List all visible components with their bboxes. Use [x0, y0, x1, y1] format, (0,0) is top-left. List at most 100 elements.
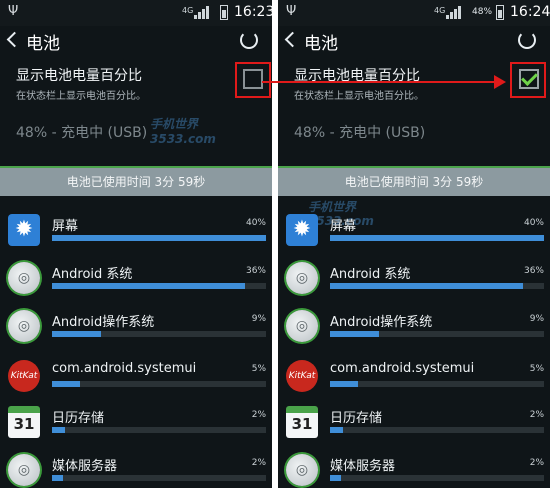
app-name: 媒体服务器	[52, 459, 118, 474]
refresh-icon[interactable]	[240, 31, 258, 49]
gear-icon: ✹	[8, 214, 40, 246]
usage-bar-track	[52, 381, 266, 387]
app-usage-percent: 36%	[245, 266, 266, 276]
app-name: 媒体服务器	[330, 459, 396, 474]
usage-bar-fill	[330, 475, 341, 481]
usage-bar-fill	[330, 283, 523, 289]
usage-bar-track	[52, 283, 266, 289]
usage-bar-fill	[52, 235, 266, 241]
show-percentage-description: 在状态栏上显示电池百分比。	[294, 91, 424, 102]
usage-bar-fill	[52, 427, 65, 433]
page-title: 电池	[304, 34, 338, 54]
app-usage-row[interactable]: ◎ Android操作系统 9%	[0, 306, 272, 354]
signal-icon	[194, 6, 218, 19]
app-name: Android 系统	[330, 267, 411, 282]
kitkat-icon: KitKat	[286, 360, 318, 392]
status-bar: Ψ 4G 16:23	[0, 0, 272, 26]
usage-bar-track	[52, 331, 266, 337]
app-name: 屏幕	[330, 219, 357, 234]
usage-bar-track	[330, 235, 544, 241]
back-arrow-icon[interactable]	[284, 31, 301, 48]
app-usage-row[interactable]: ◎ 媒体服务器 2%	[0, 450, 272, 488]
app-usage-row[interactable]: KitKat com.android.systemui 5%	[0, 356, 272, 404]
android-icon: ◎	[286, 262, 318, 294]
app-usage-percent: 9%	[529, 314, 544, 324]
android-icon: ◎	[286, 310, 318, 342]
app-usage-percent: 40%	[245, 218, 266, 228]
red-arrow-head	[494, 75, 506, 89]
usage-bar-track	[52, 427, 266, 433]
usb-icon: Ψ	[286, 4, 297, 19]
app-usage-percent: 2%	[251, 410, 266, 420]
show-percentage-label[interactable]: 显示电池电量百分比	[16, 65, 142, 85]
watermark: 手机世界	[150, 117, 199, 131]
refresh-icon[interactable]	[518, 31, 536, 49]
app-usage-percent: 2%	[529, 458, 544, 468]
app-usage-percent: 9%	[251, 314, 266, 324]
app-name: Android操作系统	[330, 315, 433, 330]
app-usage-percent: 5%	[529, 364, 544, 374]
phone-screen-after: Ψ 4G 48% 16:24 电池 显示电池电量百分比 在状态栏上显示电池百分比…	[278, 0, 550, 488]
red-arrow	[262, 81, 498, 83]
usage-bar-track	[330, 427, 544, 433]
battery-usage-graph[interactable]: 电池已使用时间 3分 59秒	[278, 166, 550, 196]
android-icon: ◎	[8, 454, 40, 486]
clock: 16:24	[510, 4, 550, 20]
usage-bar-track	[330, 331, 544, 337]
usage-time: 电池已使用时间 3分 59秒	[66, 175, 206, 189]
app-usage-percent: 2%	[529, 410, 544, 420]
app-usage-percent: 2%	[251, 458, 266, 468]
kitkat-icon: KitKat	[8, 360, 40, 392]
back-arrow-icon[interactable]	[6, 31, 23, 48]
usage-bar-track	[330, 381, 544, 387]
app-name: 屏幕	[52, 219, 79, 234]
app-usage-row[interactable]: ◎ Android操作系统 9%	[278, 306, 550, 354]
calendar-icon: 31	[8, 406, 40, 438]
android-icon: ◎	[286, 454, 318, 486]
android-icon: ◎	[8, 262, 40, 294]
app-usage-percent: 5%	[251, 364, 266, 374]
app-usage-row[interactable]: ◎ 媒体服务器 2%	[278, 450, 550, 488]
gear-icon: ✹	[286, 214, 318, 246]
watermark: 3533.com	[150, 132, 216, 146]
usage-bar-fill	[330, 235, 544, 241]
network-type: 4G	[434, 6, 446, 15]
android-icon: ◎	[8, 310, 40, 342]
usage-bar-fill	[52, 475, 63, 481]
status-bar: Ψ 4G 48% 16:24	[278, 0, 550, 26]
action-bar: 电池	[0, 26, 272, 58]
action-bar: 电池	[278, 26, 550, 58]
usb-icon: Ψ	[8, 4, 19, 19]
app-usage-row[interactable]: ◎ Android 系统 36%	[278, 258, 550, 306]
app-usage-row[interactable]: ◎ Android 系统 36%	[0, 258, 272, 306]
app-name: 日历存储	[52, 411, 105, 426]
highlight-box	[510, 62, 546, 98]
usage-bar-track	[52, 235, 266, 241]
app-usage-percent: 36%	[523, 266, 544, 276]
phone-screen-before: Ψ 4G 16:23 电池 显示电池电量百分比 在状态栏上显示电池百分比。 48…	[0, 0, 272, 488]
battery-percent: 48%	[472, 7, 493, 17]
app-usage-row[interactable]: 31 日历存储 2%	[278, 402, 550, 450]
usage-time: 电池已使用时间 3分 59秒	[344, 175, 484, 189]
app-usage-percent: 40%	[523, 218, 544, 228]
app-usage-row[interactable]: KitKat com.android.systemui 5%	[278, 356, 550, 404]
usage-bar-track	[330, 475, 544, 481]
app-usage-row[interactable]: 31 日历存储 2%	[0, 402, 272, 450]
usage-bar-fill	[330, 381, 358, 387]
usage-bar-fill	[330, 427, 343, 433]
app-usage-row[interactable]: ✹ 屏幕 40%	[278, 210, 550, 258]
app-name: com.android.systemui	[52, 361, 197, 376]
app-usage-row[interactable]: ✹ 屏幕 40%	[0, 210, 272, 258]
app-name: com.android.systemui	[330, 361, 475, 376]
signal-icon	[446, 6, 470, 19]
usage-bar-fill	[52, 331, 101, 337]
battery-usage-graph[interactable]: 电池已使用时间 3分 59秒	[0, 166, 272, 196]
app-name: Android 系统	[52, 267, 133, 282]
show-percentage-description: 在状态栏上显示电池百分比。	[16, 91, 146, 102]
usage-bar-fill	[330, 331, 379, 337]
charge-status: 48% - 充电中 (USB)	[294, 125, 426, 141]
battery-icon	[220, 5, 228, 20]
network-type: 4G	[182, 6, 194, 15]
usage-bar-track	[330, 283, 544, 289]
app-name: Android操作系统	[52, 315, 155, 330]
